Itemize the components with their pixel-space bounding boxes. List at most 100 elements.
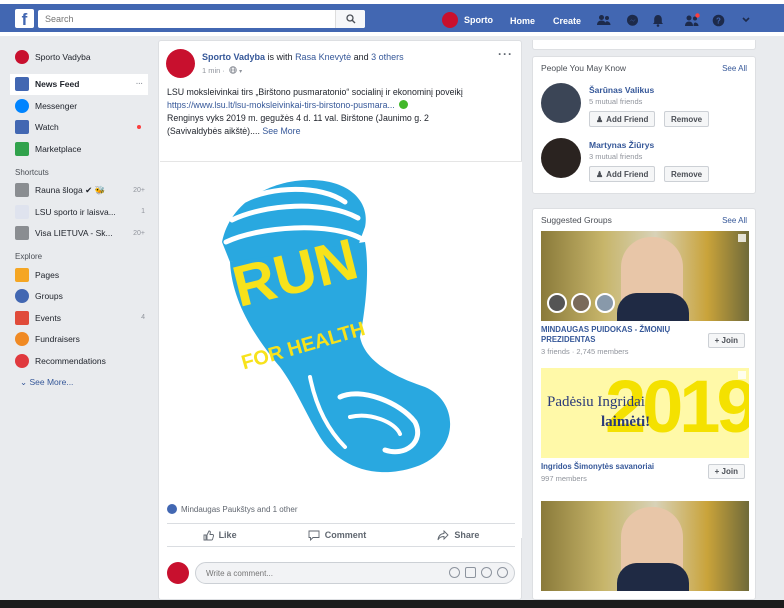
- group-icon: [15, 226, 29, 241]
- suggested-group: [541, 501, 749, 591]
- sidebar-shortcut-item[interactable]: Rauna šloga ✔ 🐝 20+: [15, 180, 150, 202]
- find-friends-icon[interactable]: [684, 12, 700, 28]
- sidebar-item-events[interactable]: Events 4: [15, 307, 150, 329]
- profile-avatar: [442, 12, 458, 28]
- add-friend-label: Add Friend: [606, 114, 649, 124]
- sidebar-shortcut-item[interactable]: LSU sporto ir laisva... 1: [15, 201, 150, 223]
- like-button[interactable]: Like: [203, 530, 237, 541]
- camera-icon[interactable]: [465, 567, 476, 578]
- post-image-run-for-health[interactable]: RUN FOR HEALTH: [160, 161, 522, 538]
- mutual-friends-text[interactable]: 3 mutual friends: [589, 152, 642, 161]
- close-icon[interactable]: [738, 234, 746, 242]
- post-author-avatar[interactable]: [166, 49, 195, 78]
- help-icon[interactable]: ?: [710, 12, 726, 28]
- sidebar-item-watch[interactable]: Watch: [15, 117, 150, 139]
- sidebar-item-recommendations[interactable]: Recommendations: [15, 350, 150, 372]
- person-avatar[interactable]: [541, 83, 581, 123]
- person-avatar[interactable]: [541, 138, 581, 178]
- share-button[interactable]: Share: [437, 529, 479, 541]
- post-url-link[interactable]: https://www.lsu.lt/lsu-moksleivinkai-tir…: [167, 100, 395, 110]
- post-tagged-link[interactable]: Rasa Knevytė: [295, 52, 351, 62]
- person-name-link[interactable]: Martynas Žiūrys: [589, 140, 654, 150]
- gif-icon[interactable]: [481, 567, 492, 578]
- group-cover-image[interactable]: [541, 231, 749, 321]
- sidebar-item-count: 20+: [133, 186, 145, 194]
- member-avatar: [547, 293, 567, 313]
- sidebar-item-label: Recommendations: [35, 355, 106, 366]
- suggested-group: 2019 Padėsiu Ingridai laimėti! Ingridos …: [541, 368, 749, 483]
- sidebar-shortcut-item[interactable]: Visa LIETUVA - Sk... 20+: [15, 223, 150, 245]
- remove-button[interactable]: Remove: [664, 111, 710, 127]
- sidebar-item-groups[interactable]: Groups: [15, 286, 150, 308]
- sidebar-item-profile[interactable]: Sporto Vadyba: [15, 46, 150, 68]
- footprint-logo-icon: RUN FOR HEALTH: [222, 180, 451, 473]
- post-options-button[interactable]: ···: [498, 47, 513, 61]
- friend-requests-icon[interactable]: [596, 12, 612, 28]
- notifications-bell-icon[interactable]: [650, 12, 666, 28]
- join-group-button[interactable]: + Join: [707, 333, 745, 348]
- top-bar: f Sporto Home Create ?: [0, 0, 784, 36]
- post-timestamp[interactable]: 1 min · ▾: [202, 66, 242, 75]
- post-others-link[interactable]: 3 others: [371, 52, 404, 62]
- sidebar-item-fundraisers[interactable]: Fundraisers: [15, 329, 150, 351]
- comment-box[interactable]: [195, 562, 515, 584]
- add-friend-button[interactable]: ♟ Add Friend: [589, 166, 656, 182]
- search-bar[interactable]: [38, 10, 365, 28]
- post-text: LSU moksleivinkai tirs „Birštono pusmara…: [167, 86, 517, 138]
- sidebar-item-label: Fundraisers: [35, 334, 80, 345]
- sidebar-profile-label: Sporto Vadyba: [35, 51, 91, 62]
- see-more-link[interactable]: ⌄ See More...: [15, 372, 150, 394]
- pymk-header: People You May Know See All: [533, 57, 755, 79]
- groups-header: Suggested Groups See All: [533, 209, 755, 231]
- share-arrow-icon: [437, 529, 450, 540]
- search-icon: [345, 14, 355, 24]
- group-name-link[interactable]: MINDAUGAS PUIDOKAS - ŽMONIŲ PREZIDENTAS: [541, 325, 691, 345]
- likes-summary[interactable]: Mindaugas Paukštys and 1 other: [167, 504, 298, 514]
- mutual-friends-text[interactable]: 5 mutual friends: [589, 97, 642, 106]
- suit-shape: [617, 293, 689, 321]
- profile-link[interactable]: Sporto: [442, 11, 493, 29]
- add-friend-button[interactable]: ♟ Add Friend: [589, 111, 656, 127]
- pymk-person: Martynas Žiūrys 3 mutual friends ♟ Add F…: [533, 134, 755, 189]
- comment-button[interactable]: Comment: [308, 530, 367, 541]
- post-actions: Like Comment Share: [167, 523, 515, 547]
- close-icon[interactable]: [738, 371, 746, 379]
- comment-label: Comment: [324, 530, 367, 540]
- person-name-link[interactable]: Šarūnas Valikus: [589, 85, 654, 95]
- cover-line-1: Padėsiu Ingridai: [547, 394, 645, 410]
- group-cover-image[interactable]: 2019 Padėsiu Ingridai laimėti!: [541, 368, 749, 458]
- search-input[interactable]: [38, 10, 328, 28]
- create-link[interactable]: Create: [553, 16, 581, 26]
- commenter-avatar: [167, 562, 189, 584]
- account-menu-chevron-icon[interactable]: [738, 12, 754, 28]
- post-with-text: is with: [267, 52, 293, 62]
- post-author-link[interactable]: Sporto Vadyba: [202, 52, 265, 62]
- messenger-icon[interactable]: [624, 12, 640, 28]
- groups-see-all-link[interactable]: See All: [722, 216, 747, 225]
- sidebar-item-pages[interactable]: Pages: [15, 264, 150, 286]
- sidebar-item-messenger[interactable]: Messenger: [15, 95, 150, 117]
- add-friend-icon: ♟: [596, 114, 604, 124]
- comment-input[interactable]: [196, 563, 396, 583]
- facebook-logo-icon[interactable]: f: [15, 9, 34, 28]
- home-link[interactable]: Home: [510, 16, 535, 26]
- search-button[interactable]: [335, 10, 365, 28]
- comment-bubble-icon: [308, 530, 320, 541]
- group-cover-image[interactable]: [541, 501, 749, 591]
- groups-title: Suggested Groups: [541, 215, 612, 225]
- sidebar-item-news-feed[interactable]: News Feed ···: [10, 73, 148, 95]
- news-feed-options-icon[interactable]: ···: [136, 81, 143, 88]
- recommendations-icon: [15, 353, 29, 368]
- sidebar-item-marketplace[interactable]: Marketplace: [15, 138, 150, 160]
- group-name-link[interactable]: Ingridos Šimonytės savanoriai: [541, 462, 691, 472]
- see-more-link[interactable]: See More: [262, 126, 300, 136]
- pymk-see-all-link[interactable]: See All: [722, 64, 747, 73]
- join-group-button[interactable]: + Join: [707, 464, 745, 479]
- comment-composer: [167, 558, 515, 588]
- sidebar-item-label: Groups: [35, 291, 63, 302]
- member-avatar: [595, 293, 615, 313]
- emoji-icon[interactable]: [449, 567, 460, 578]
- sticker-icon[interactable]: [497, 567, 508, 578]
- remove-button[interactable]: Remove: [664, 166, 710, 182]
- right-column: People You May Know See All Šarūnas Vali…: [532, 40, 756, 600]
